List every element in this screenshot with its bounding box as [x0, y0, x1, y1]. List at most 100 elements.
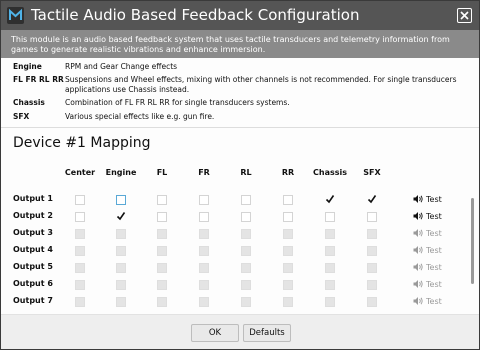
column-header: Engine: [105, 168, 137, 177]
mapping-checkbox[interactable]: [241, 229, 251, 239]
speaker-icon: [413, 280, 423, 288]
mapping-checkbox[interactable]: [325, 212, 335, 222]
mapping-checkbox[interactable]: [116, 263, 126, 273]
output-label: Output 5: [13, 262, 53, 271]
mapping-checkbox[interactable]: [157, 212, 167, 222]
test-label: Test: [426, 195, 442, 204]
speaker-icon: [413, 297, 423, 305]
test-output-button[interactable]: Test: [413, 296, 442, 307]
mapping-checkbox[interactable]: [283, 229, 293, 239]
mapping-checkbox[interactable]: [283, 195, 293, 205]
mapping-checkbox[interactable]: [241, 195, 251, 205]
mapping-checkbox[interactable]: [199, 263, 209, 273]
column-header: RL: [240, 168, 252, 177]
mapping-checkbox[interactable]: [241, 246, 251, 256]
scroll-content[interactable]: Engine RPM and Gear Change effects FL FR…: [1, 58, 479, 314]
output-label: Output 2: [13, 211, 53, 220]
definition-term: Engine: [13, 62, 42, 71]
mapping-checkbox[interactable]: [367, 297, 377, 307]
mapping-checkbox[interactable]: [157, 195, 167, 205]
mapping-checkbox[interactable]: [199, 212, 209, 222]
mapping-checkbox[interactable]: [325, 195, 335, 204]
test-output-button[interactable]: Test: [413, 279, 442, 290]
mapping-checkbox[interactable]: [367, 212, 377, 222]
description-banner: This module is an audio based feedback s…: [1, 30, 479, 58]
scrollbar-thumb[interactable]: [471, 198, 474, 284]
mapping-checkbox[interactable]: [75, 212, 85, 222]
mapping-checkbox[interactable]: [75, 246, 85, 256]
config-dialog: Tactile Audio Based Feedback Configurati…: [0, 0, 480, 350]
mapping-checkbox[interactable]: [283, 297, 293, 307]
mapping-checkbox[interactable]: [199, 195, 209, 205]
definition-term: FL FR RL RR: [13, 75, 64, 84]
section-divider: [1, 127, 479, 128]
test-output-button[interactable]: Test: [413, 194, 442, 205]
output-label: Output 7: [13, 296, 53, 305]
mapping-checkbox[interactable]: [241, 297, 251, 307]
mapping-checkbox[interactable]: [75, 195, 85, 205]
window-title: Tactile Audio Based Feedback Configurati…: [31, 6, 360, 24]
dialog-footer: OK Defaults: [1, 314, 479, 349]
mapping-checkbox[interactable]: [75, 229, 85, 239]
mapping-checkbox[interactable]: [75, 263, 85, 273]
mapping-checkbox[interactable]: [241, 280, 251, 290]
speaker-icon: [413, 212, 423, 220]
mapping-checkbox[interactable]: [199, 229, 209, 239]
mapping-checkbox[interactable]: [283, 280, 293, 290]
title-bar[interactable]: Tactile Audio Based Feedback Configurati…: [1, 1, 479, 30]
test-output-button[interactable]: Test: [413, 228, 442, 239]
column-header: FR: [198, 168, 210, 177]
mapping-checkbox[interactable]: [116, 195, 126, 205]
definition-desc: Suspensions and Wheel effects, mixing wi…: [65, 75, 457, 94]
speaker-icon: [413, 195, 423, 203]
ok-button[interactable]: OK: [191, 324, 239, 342]
mapping-checkbox[interactable]: [367, 246, 377, 256]
column-header: Center: [64, 168, 96, 177]
output-label: Output 4: [13, 245, 53, 254]
definition-desc: Combination of FL FR RL RR for single tr…: [65, 98, 290, 107]
mapping-checkbox[interactable]: [241, 212, 251, 222]
mapping-checkbox[interactable]: [116, 280, 126, 290]
close-icon: [460, 11, 469, 20]
mapping-checkbox[interactable]: [283, 263, 293, 273]
mapping-checkbox[interactable]: [325, 229, 335, 239]
mapping-checkbox[interactable]: [157, 246, 167, 256]
mapping-checkbox[interactable]: [75, 297, 85, 307]
mapping-checkbox[interactable]: [199, 246, 209, 256]
mapping-checkbox[interactable]: [241, 263, 251, 273]
mapping-checkbox[interactable]: [116, 297, 126, 307]
test-output-button[interactable]: Test: [413, 211, 442, 222]
mapping-checkbox[interactable]: [157, 280, 167, 290]
mapping-checkbox[interactable]: [367, 229, 377, 239]
mapping-checkbox[interactable]: [75, 280, 85, 290]
mapping-checkbox[interactable]: [157, 297, 167, 307]
mapping-checkbox[interactable]: [367, 280, 377, 290]
mapping-checkbox[interactable]: [199, 297, 209, 307]
mapping-checkbox[interactable]: [283, 246, 293, 256]
mapping-checkbox[interactable]: [283, 212, 293, 222]
test-label: Test: [426, 229, 442, 238]
definition-term: Chassis: [13, 98, 45, 107]
mapping-checkbox[interactable]: [367, 263, 377, 273]
mapping-checkbox[interactable]: [325, 297, 335, 307]
close-button[interactable]: [457, 8, 472, 23]
mapping-checkbox[interactable]: [199, 280, 209, 290]
mapping-title: Device #1 Mapping: [13, 135, 151, 151]
defaults-button[interactable]: Defaults: [243, 324, 291, 342]
mapping-checkbox[interactable]: [116, 212, 126, 221]
test-output-button[interactable]: Test: [413, 262, 442, 273]
mapping-checkbox[interactable]: [325, 263, 335, 273]
column-header: SFX: [363, 168, 381, 177]
column-header: RR: [281, 168, 295, 177]
mapping-checkbox[interactable]: [325, 246, 335, 256]
mapping-checkbox[interactable]: [116, 229, 126, 239]
checkmark-icon: [116, 212, 126, 221]
definition-desc: RPM and Gear Change effects: [65, 62, 178, 71]
mapping-checkbox[interactable]: [157, 263, 167, 273]
test-output-button[interactable]: Test: [413, 245, 442, 256]
mapping-checkbox[interactable]: [116, 246, 126, 256]
mapping-checkbox[interactable]: [157, 229, 167, 239]
mapping-checkbox[interactable]: [325, 280, 335, 290]
app-logo-icon: [7, 7, 24, 24]
mapping-checkbox[interactable]: [367, 195, 377, 204]
